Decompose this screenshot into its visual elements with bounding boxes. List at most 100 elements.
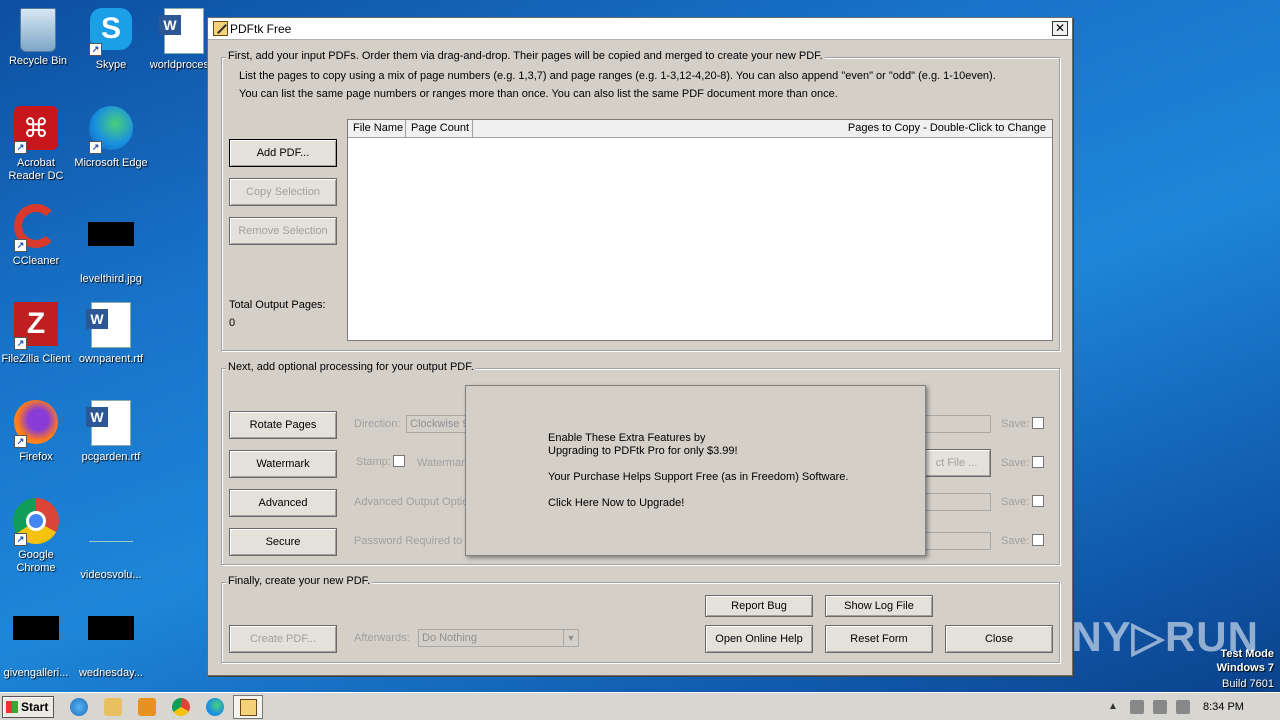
processing-group-legend: Next, add optional processing for your o…	[226, 361, 476, 373]
add-pdf-button[interactable]: Add PDF...	[229, 139, 337, 167]
icon-label: ownparent.rtf	[78, 353, 144, 365]
column-pages-to-copy[interactable]: Pages to Copy - Double-Click to Change	[473, 120, 1052, 137]
reset-form-button[interactable]: Reset Form	[825, 625, 933, 653]
chrome-icon: ↗	[12, 498, 60, 546]
acrobat-icon: ⌘ ↗	[12, 106, 60, 154]
copy-selection-button[interactable]: Copy Selection	[229, 178, 337, 206]
upgrade-link[interactable]: Click Here Now to Upgrade!	[548, 497, 684, 509]
desktop-icon-ccleaner[interactable]: ↗ CCleaner	[0, 204, 74, 268]
desktop-icon-pcgarden[interactable]: W pcgarden.rtf	[73, 400, 149, 464]
icon-label: givengalleri...	[3, 667, 69, 679]
start-label: Start	[21, 700, 49, 714]
edge-icon: ↗	[87, 106, 135, 154]
secure-button[interactable]: Secure	[229, 528, 337, 556]
build-label: Build 7601	[1222, 678, 1274, 690]
desktop-icon-videosvolu[interactable]: videosvolu...	[73, 498, 149, 582]
watermark-label: Watermar	[417, 457, 465, 469]
pdftk-taskbar-button[interactable]	[233, 695, 263, 719]
start-button[interactable]: Start	[2, 696, 54, 718]
desktop-icon-filezilla[interactable]: Z ↗ FileZilla Client	[0, 302, 74, 366]
title-bar[interactable]: PDFtk Free ✕	[208, 18, 1072, 40]
icon-label: Skype	[95, 59, 127, 71]
advanced-output-field[interactable]	[924, 493, 991, 511]
column-file-name[interactable]: File Name	[348, 120, 406, 137]
save-label-watermark: Save:	[1001, 457, 1030, 469]
create-group-legend: Finally, create your new PDF.	[226, 575, 373, 587]
word-document-icon: W	[159, 8, 208, 56]
direction-select[interactable]: Clockwise 9	[406, 415, 466, 433]
save-checkbox-secure[interactable]	[1032, 534, 1044, 546]
image-file-icon	[12, 616, 60, 664]
icon-label: wednesday...	[78, 667, 143, 679]
window-title: PDFtk Free	[230, 22, 292, 36]
icon-label: FileZilla Client	[1, 353, 71, 365]
input-group-legend: First, add your input PDFs. Order them v…	[226, 50, 825, 62]
afterwards-label: Afterwards:	[354, 632, 410, 644]
password-field[interactable]	[924, 532, 991, 550]
action-center-flag-icon[interactable]	[1176, 700, 1190, 714]
icon-label: pcgarden.rtf	[81, 451, 141, 463]
rotate-pages-button[interactable]: Rotate Pages	[229, 411, 337, 439]
save-label-secure: Save:	[1001, 535, 1030, 547]
chrome-taskbar-icon[interactable]	[172, 698, 190, 716]
password-label: Password Required to O	[354, 535, 474, 547]
desktop-icon-recycle-bin[interactable]: Recycle Bin	[0, 8, 76, 68]
show-log-file-button[interactable]: Show Log File	[825, 595, 933, 617]
save-label-advanced: Save:	[1001, 496, 1030, 508]
word-document-icon: W	[86, 302, 135, 350]
desktop-icon-acrobat[interactable]: ⌘ ↗ Acrobat Reader DC	[0, 106, 74, 183]
pdftk-app-icon	[213, 21, 228, 36]
desktop-icon-givengalleri[interactable]: givengalleri...	[0, 596, 74, 680]
watermark-button[interactable]: Watermark	[229, 450, 337, 478]
network-icon[interactable]	[1153, 700, 1167, 714]
media-player-icon[interactable]	[138, 698, 156, 716]
select-file-button[interactable]: ct File ...	[922, 449, 991, 477]
help-text-1: List the pages to copy using a mix of pa…	[239, 70, 996, 82]
remove-selection-button[interactable]: Remove Selection	[229, 217, 337, 245]
advanced-output-label: Advanced Output Optio	[354, 496, 469, 508]
stamp-checkbox[interactable]	[393, 455, 405, 467]
afterwards-select[interactable]: Do Nothing ▼	[418, 629, 579, 647]
word-document-icon: W	[86, 400, 135, 448]
total-output-pages-value: 0	[229, 317, 236, 329]
desktop-icon-skype[interactable]: S ↗ Skype	[73, 8, 149, 72]
internet-explorer-icon[interactable]	[70, 698, 88, 716]
pdf-list-table[interactable]: File Name Page Count Pages to Copy - Dou…	[347, 119, 1053, 341]
icon-label: videosvolu...	[80, 569, 142, 581]
filezilla-icon: Z ↗	[12, 302, 60, 350]
icon-label: Microsoft Edge	[74, 157, 148, 169]
file-explorer-icon[interactable]	[104, 698, 122, 716]
pdftk-window: PDFtk Free ✕ First, add your input PDFs.…	[207, 17, 1073, 676]
desktop-icon-wednesday[interactable]: wednesday...	[73, 596, 149, 680]
save-checkbox-rotate[interactable]	[1032, 417, 1044, 429]
stamp-label: Stamp:	[356, 456, 391, 468]
column-page-count[interactable]: Page Count	[406, 120, 473, 137]
rotate-output-field[interactable]	[924, 415, 991, 433]
save-checkbox-advanced[interactable]	[1032, 495, 1044, 507]
report-bug-button[interactable]: Report Bug	[705, 595, 813, 617]
desktop-icon-ownparent[interactable]: W ownparent.rtf	[73, 302, 149, 366]
desktop-icon-levelthird[interactable]: levelthird.jpg	[73, 204, 149, 286]
desktop-icon-firefox[interactable]: ↗ Firefox	[0, 400, 74, 464]
open-online-help-button[interactable]: Open Online Help	[705, 625, 813, 653]
clock[interactable]: 8:34 PM	[1203, 701, 1244, 713]
edge-taskbar-icon[interactable]	[206, 698, 224, 716]
advanced-button[interactable]: Advanced	[229, 489, 337, 517]
chevron-up-icon[interactable]: ▲	[1106, 700, 1120, 714]
file-icon	[87, 518, 135, 566]
total-output-pages-label: Total Output Pages:	[229, 299, 326, 311]
desktop-icon-edge[interactable]: ↗ Microsoft Edge	[73, 106, 149, 170]
close-button[interactable]: Close	[945, 625, 1053, 653]
test-mode-label: Test Mode	[1220, 648, 1274, 660]
image-file-icon	[87, 616, 135, 664]
create-pdf-group: Finally, create your new PDF. Report Bug…	[221, 575, 1060, 663]
close-icon[interactable]: ✕	[1052, 21, 1068, 36]
icon-label: Acrobat Reader DC	[8, 157, 64, 182]
desktop-icon-chrome[interactable]: ↗ Google Chrome	[0, 498, 74, 575]
upgrade-popup[interactable]: Enable These Extra Features by Upgrading…	[465, 385, 926, 556]
save-checkbox-watermark[interactable]	[1032, 456, 1044, 468]
create-pdf-button[interactable]: Create PDF...	[229, 625, 337, 653]
windows-version-label: Windows 7	[1216, 662, 1274, 674]
help-text-2: You can list the same page numbers or ra…	[239, 88, 838, 100]
volume-icon[interactable]	[1130, 700, 1144, 714]
